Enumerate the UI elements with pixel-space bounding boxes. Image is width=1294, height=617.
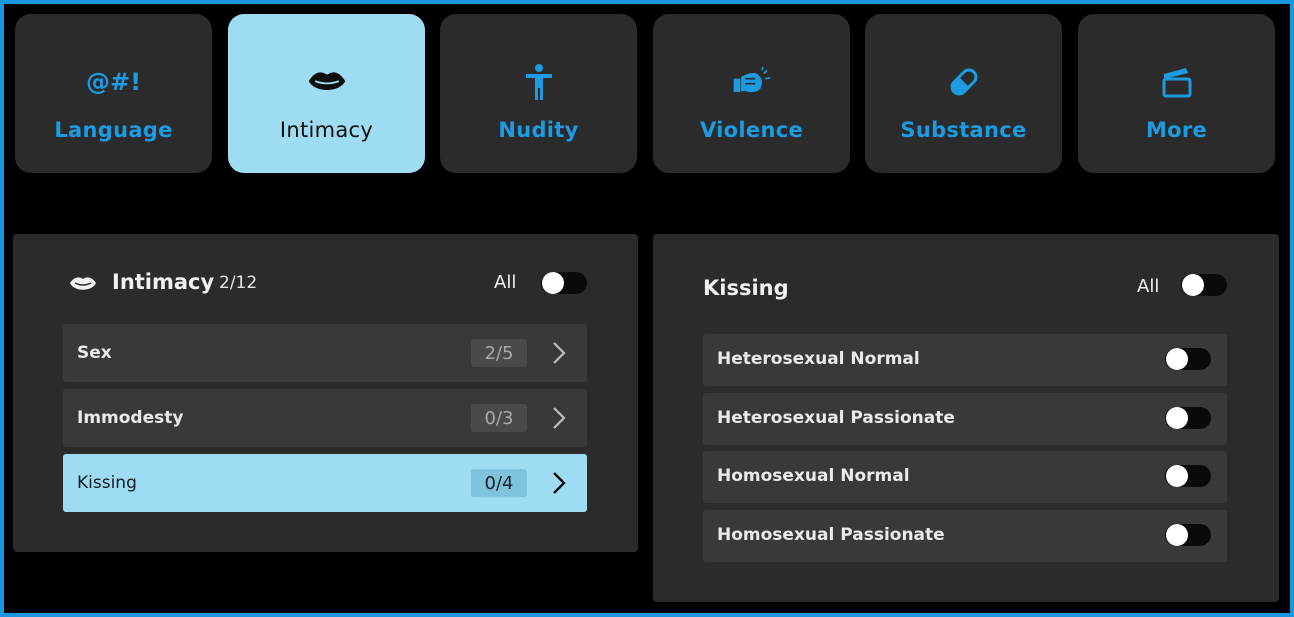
option-homosexual-passionate: Homosexual Passionate bbox=[703, 510, 1227, 562]
punch-icon bbox=[732, 64, 772, 100]
count-badge: 0/4 bbox=[471, 469, 527, 497]
all-label: All bbox=[494, 272, 517, 293]
tab-nudity-label: Nudity bbox=[498, 118, 579, 142]
option-toggle[interactable] bbox=[1165, 465, 1211, 487]
toggle-knob bbox=[1166, 524, 1188, 546]
tab-violence-label: Violence bbox=[700, 118, 803, 142]
chevron-right-icon bbox=[553, 342, 566, 364]
option-label: Homosexual Normal bbox=[717, 466, 910, 486]
list-item-label: Kissing bbox=[77, 473, 137, 493]
option-heterosexual-passionate: Heterosexual Passionate bbox=[703, 393, 1227, 445]
tab-violence[interactable]: Violence bbox=[653, 14, 850, 173]
lips-icon bbox=[69, 275, 97, 297]
toggle-knob bbox=[1166, 348, 1188, 370]
selected-count: 2/12 bbox=[219, 273, 258, 293]
count-badge: 0/3 bbox=[471, 404, 527, 432]
lips-icon bbox=[307, 64, 347, 100]
pill-icon bbox=[944, 64, 984, 100]
list-item-label: Immodesty bbox=[77, 408, 184, 428]
chevron-right-icon bbox=[553, 472, 566, 494]
all-label: All bbox=[1137, 276, 1160, 297]
toggle-knob bbox=[1166, 407, 1188, 429]
tab-intimacy-label: Intimacy bbox=[279, 118, 374, 142]
tab-more[interactable]: More bbox=[1078, 14, 1275, 173]
option-label: Heterosexual Passionate bbox=[717, 408, 955, 428]
option-label: Heterosexual Normal bbox=[717, 349, 920, 369]
toggle-knob bbox=[1182, 274, 1204, 296]
count-badge: 2/5 bbox=[471, 339, 527, 367]
toggle-knob bbox=[1166, 465, 1188, 487]
list-item-kissing[interactable]: Kissing 0/4 bbox=[63, 454, 587, 512]
tab-more-label: More bbox=[1145, 118, 1208, 142]
tab-substance-label: Substance bbox=[900, 118, 1027, 142]
option-homosexual-normal: Homosexual Normal bbox=[703, 451, 1227, 503]
option-toggle[interactable] bbox=[1165, 407, 1211, 429]
option-heterosexual-normal: Heterosexual Normal bbox=[703, 334, 1227, 386]
panel-title: Intimacy bbox=[112, 270, 215, 294]
all-toggle[interactable] bbox=[1181, 274, 1227, 296]
clapperboard-icon bbox=[1157, 64, 1197, 100]
option-toggle[interactable] bbox=[1165, 348, 1211, 370]
person-icon bbox=[519, 64, 559, 100]
tab-substance[interactable]: Substance bbox=[865, 14, 1062, 173]
tab-nudity[interactable]: Nudity bbox=[440, 14, 637, 173]
tab-language[interactable]: @#! Language bbox=[15, 14, 212, 173]
toggle-knob bbox=[542, 272, 564, 294]
tab-language-label: Language bbox=[54, 118, 173, 142]
subcategory-panel: Kissing All Heterosexual Normal Heterose… bbox=[653, 234, 1279, 602]
option-toggle[interactable] bbox=[1165, 524, 1211, 546]
list-item-label: Sex bbox=[77, 343, 112, 363]
tab-intimacy[interactable]: Intimacy bbox=[228, 14, 425, 173]
list-item-sex[interactable]: Sex 2/5 bbox=[63, 324, 587, 382]
option-label: Homosexual Passionate bbox=[717, 525, 945, 545]
symbols-icon: @#! bbox=[85, 68, 142, 96]
category-panel: Intimacy 2/12 All Sex 2/5 Immodesty 0/3 … bbox=[13, 234, 638, 552]
panel-title: Kissing bbox=[703, 276, 789, 300]
chevron-right-icon bbox=[553, 407, 566, 429]
all-toggle[interactable] bbox=[541, 272, 587, 294]
list-item-immodesty[interactable]: Immodesty 0/3 bbox=[63, 389, 587, 447]
